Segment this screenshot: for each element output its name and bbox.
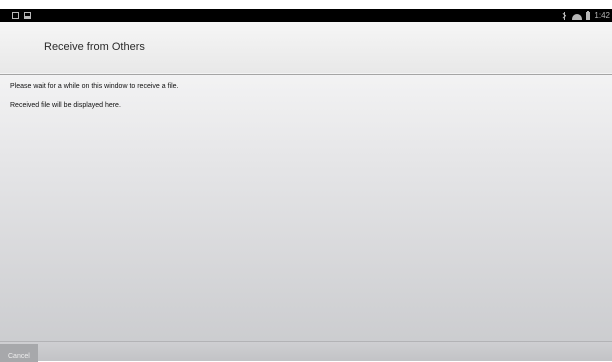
notification-icon	[12, 12, 19, 19]
image-icon	[24, 12, 31, 19]
bottom-bar: Cancel	[0, 341, 612, 362]
bluetooth-icon	[562, 11, 568, 20]
wifi-icon	[572, 12, 582, 20]
content-area: Please wait for a while on this window t…	[0, 75, 612, 341]
battery-icon	[586, 10, 591, 20]
status-time: 1:42	[594, 11, 610, 20]
action-bar: Receive from Others	[0, 22, 612, 73]
status-bar: 1:42	[0, 9, 612, 22]
wait-message: Please wait for a while on this window t…	[10, 83, 179, 90]
page-title: Receive from Others	[44, 41, 145, 53]
app-window: Receive from Others Please wait for a wh…	[0, 22, 612, 362]
status-bar-right: 1:42	[562, 9, 610, 22]
top-strip	[0, 0, 612, 9]
status-bar-left	[12, 12, 31, 19]
received-file-info: Received file will be displayed here.	[10, 102, 121, 109]
cancel-button[interactable]: Cancel	[0, 344, 38, 362]
